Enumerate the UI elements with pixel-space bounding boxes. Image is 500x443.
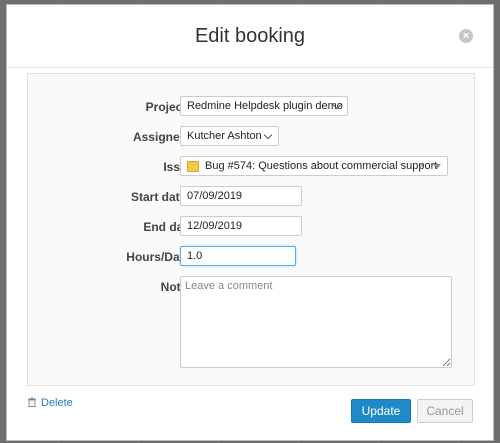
- chevron-down-icon[interactable]: [433, 164, 441, 169]
- end-date-value: 12/09/2019: [187, 220, 243, 232]
- delete-link[interactable]: Delete: [27, 397, 73, 409]
- modal-header: Edit booking ×: [7, 5, 493, 68]
- delete-label: Delete: [41, 397, 73, 409]
- issue-value: Bug #574: Questions about commercial sup…: [205, 160, 438, 172]
- assignee-label: Assignee*: [74, 126, 194, 148]
- close-icon[interactable]: ×: [459, 29, 473, 43]
- notes-label: Notes: [160, 280, 194, 294]
- issue-icon: [187, 160, 199, 172]
- end-date-label: End date: [143, 220, 194, 234]
- issue-row: Issue Bug #574: Questions about commerci…: [28, 156, 474, 180]
- project-label: Project*: [74, 96, 194, 118]
- start-date-input[interactable]: 07/09/2019: [180, 186, 302, 206]
- assignee-value: Kutcher Ashton: [187, 130, 262, 142]
- clear-icon[interactable]: ×: [419, 157, 425, 175]
- start-date-value: 07/09/2019: [187, 190, 243, 202]
- hours-per-day-input[interactable]: 1.0: [180, 246, 296, 266]
- modal-title: Edit booking: [194, 25, 306, 47]
- hours-per-day-row: Hours/Day* 1.0: [28, 246, 474, 270]
- notes-textarea[interactable]: [180, 276, 452, 368]
- hours-per-day-value: 1.0: [187, 250, 203, 262]
- update-button[interactable]: Update: [351, 399, 411, 423]
- issue-label: Issue: [163, 160, 194, 174]
- cancel-button[interactable]: Cancel: [417, 399, 473, 423]
- assignee-select[interactable]: Kutcher Ashton: [180, 126, 279, 146]
- project-row: Project* Redmine Helpdesk plugin demo: [28, 96, 474, 120]
- end-date-row: End date 12/09/2019: [28, 216, 474, 240]
- start-date-row: Start date* 07/09/2019: [28, 186, 474, 210]
- edit-booking-modal: Edit booking × Project* Redmine Helpdesk…: [6, 4, 494, 441]
- hours-per-day-label: Hours/Day*: [74, 246, 194, 268]
- end-date-input[interactable]: 12/09/2019: [180, 216, 302, 236]
- issue-select[interactable]: Bug #574: Questions about commercial sup…: [180, 156, 448, 176]
- start-date-label: Start date*: [74, 186, 194, 208]
- assignee-row: Assignee* Kutcher Ashton: [28, 126, 474, 150]
- booking-form: Project* Redmine Helpdesk plugin demo As…: [27, 73, 475, 386]
- trash-icon: [28, 397, 36, 407]
- project-value: Redmine Helpdesk plugin demo: [187, 100, 343, 112]
- project-select[interactable]: Redmine Helpdesk plugin demo: [180, 96, 348, 116]
